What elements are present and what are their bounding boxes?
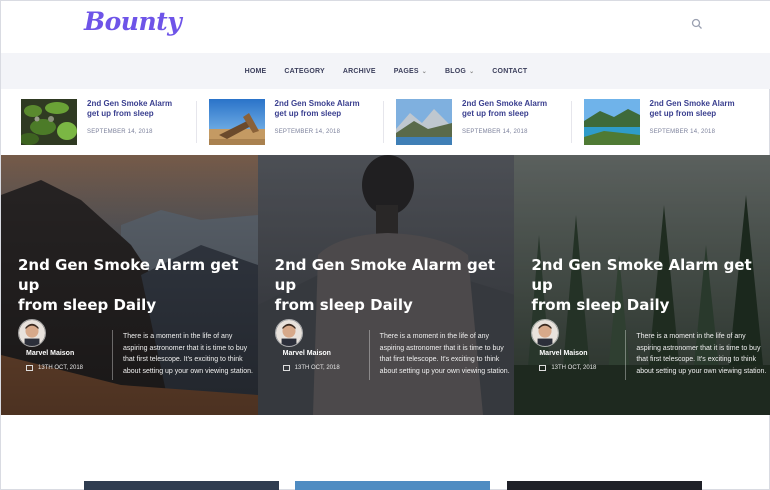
nav-item-contact[interactable]: CONTACT bbox=[492, 68, 527, 75]
nav-label: CATEGORY bbox=[284, 67, 325, 75]
post-date: 13TH OCT, 2018 bbox=[551, 365, 597, 371]
title-line: up bbox=[274, 276, 297, 294]
title-line: from sleep Daily bbox=[531, 296, 670, 314]
nav-label: HOME bbox=[244, 67, 267, 75]
post-date: 13TH OCT, 2018 bbox=[294, 365, 340, 371]
calendar-icon bbox=[539, 365, 547, 371]
author-name[interactable]: Marvel Maison bbox=[26, 350, 74, 357]
post-thumbnail[interactable] bbox=[295, 481, 490, 490]
site-logo[interactable]: Bounty bbox=[84, 7, 182, 36]
post-thumbnail[interactable] bbox=[84, 481, 279, 490]
post-thumbnail bbox=[583, 99, 640, 145]
nav-label: PAGES bbox=[393, 67, 419, 75]
title-line: from sleep Daily bbox=[18, 296, 157, 314]
post-thumbnail bbox=[208, 99, 265, 145]
post-excerpt: There is a moment in the life of any asp… bbox=[636, 333, 767, 375]
nav-item-archive[interactable]: ARCHIVE bbox=[343, 68, 376, 75]
nav-label: BLOG bbox=[445, 67, 467, 75]
nav-label: ARCHIVE bbox=[342, 67, 376, 75]
post-thumbnail bbox=[396, 99, 452, 145]
title-line: up bbox=[18, 276, 40, 294]
site-header: Bounty bbox=[1, 1, 770, 53]
post-title[interactable]: 2nd Gen Smoke Alarm get up from sleep bbox=[462, 99, 552, 119]
post-meta: 13TH OCT, 2018 bbox=[539, 365, 596, 371]
nav-label: CONTACT bbox=[492, 67, 528, 75]
post-title[interactable]: 2nd Gen Smoke Alarm get up from sleep bbox=[650, 99, 740, 119]
recent-post[interactable]: 2nd Gen Smoke Alarm get up from sleep SE… bbox=[396, 89, 584, 155]
title-line: up bbox=[531, 276, 553, 294]
search-icon[interactable] bbox=[691, 18, 703, 30]
nav-item-pages[interactable]: PAGES ⌄ bbox=[394, 68, 427, 75]
post-date: 13TH OCT, 2018 bbox=[38, 365, 84, 371]
calendar-icon bbox=[282, 365, 290, 371]
post-excerpt: There is a moment in the life of any asp… bbox=[379, 333, 510, 375]
post-date: SEPTEMBER 14, 2018 bbox=[462, 129, 528, 135]
title-line: 2nd Gen Smoke Alarm get bbox=[18, 256, 239, 274]
featured-card[interactable]: 2nd Gen Smoke Alarm get up from sleep Da… bbox=[257, 155, 515, 415]
title-line: 2nd Gen Smoke Alarm get bbox=[531, 256, 752, 274]
calendar-icon bbox=[26, 365, 33, 371]
author-name[interactable]: Marvel Maison bbox=[539, 350, 587, 357]
post-date: SEPTEMBER 14, 2018 bbox=[87, 129, 153, 135]
recent-posts-strip: 2nd Gen Smoke Alarm get up from sleep SE… bbox=[1, 89, 770, 155]
featured-card[interactable]: 2nd Gen Smoke Alarm get up from sleep Da… bbox=[1, 155, 258, 415]
divider bbox=[625, 330, 627, 380]
nav-item-home[interactable]: HOME bbox=[245, 68, 267, 75]
avatar[interactable] bbox=[274, 319, 303, 347]
recent-post[interactable]: 2nd Gen Smoke Alarm get up from sleep SE… bbox=[21, 89, 209, 155]
title-line: from sleep Daily bbox=[274, 296, 413, 314]
post-thumbnail[interactable] bbox=[507, 481, 702, 490]
title-line: 2nd Gen Smoke Alarm get bbox=[274, 256, 496, 274]
post-date: SEPTEMBER 14, 2018 bbox=[274, 129, 341, 135]
card-title[interactable]: 2nd Gen Smoke Alarm get up from sleep Da… bbox=[531, 255, 756, 315]
post-meta: 13TH OCT, 2018 bbox=[26, 365, 83, 371]
post-excerpt: There is a moment in the life of any asp… bbox=[123, 333, 253, 375]
post-meta: 13TH OCT, 2018 bbox=[282, 365, 340, 371]
main-nav: HOME CATEGORY ARCHIVE PAGES ⌄ BLOG ⌄ CONTA… bbox=[1, 53, 770, 89]
featured-posts: 2nd Gen Smoke Alarm get up from sleep Da… bbox=[1, 155, 770, 415]
chevron-down-icon: ⌄ bbox=[421, 68, 428, 75]
post-title[interactable]: 2nd Gen Smoke Alarm get up from sleep bbox=[275, 99, 365, 119]
card-title[interactable]: 2nd Gen Smoke Alarm get up from sleep Da… bbox=[275, 255, 500, 315]
post-thumbnail bbox=[21, 99, 77, 145]
card-title[interactable]: 2nd Gen Smoke Alarm get up from sleep Da… bbox=[18, 255, 243, 315]
more-posts-preview bbox=[1, 481, 770, 490]
recent-post[interactable]: 2nd Gen Smoke Alarm get up from sleep SE… bbox=[208, 89, 397, 155]
avatar[interactable] bbox=[18, 319, 46, 347]
nav-item-category[interactable]: CATEGORY bbox=[284, 68, 325, 75]
recent-post[interactable]: 2nd Gen Smoke Alarm get up from sleep SE… bbox=[583, 89, 770, 155]
divider bbox=[368, 330, 370, 380]
post-date: SEPTEMBER 14, 2018 bbox=[649, 129, 716, 135]
divider bbox=[112, 330, 113, 380]
post-title[interactable]: 2nd Gen Smoke Alarm get up from sleep bbox=[87, 99, 177, 119]
featured-card[interactable]: 2nd Gen Smoke Alarm get up from sleep Da… bbox=[514, 155, 770, 415]
chevron-down-icon: ⌄ bbox=[469, 68, 475, 75]
nav-item-blog[interactable]: BLOG ⌄ bbox=[445, 68, 474, 75]
author-name[interactable]: Marvel Maison bbox=[283, 350, 331, 357]
